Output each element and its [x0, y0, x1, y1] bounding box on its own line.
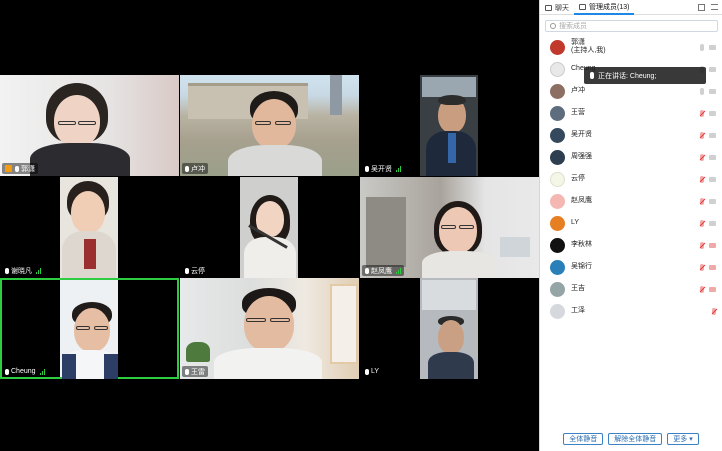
more-button[interactable]: 更多 ▾: [667, 433, 699, 445]
avatar: [550, 193, 565, 209]
panel-footer: 全体静音 解除全体静音 更多 ▾: [540, 433, 722, 445]
camera-icon[interactable]: [709, 221, 716, 226]
video-name-tag: 谢晓凡: [2, 265, 44, 276]
popout-icon[interactable]: [698, 3, 705, 11]
mic-icon[interactable]: [700, 44, 704, 51]
signal-icon: [396, 165, 401, 172]
participant-row[interactable]: 周强强: [540, 146, 722, 168]
avatar: [550, 215, 565, 231]
video-name-tag: 赵凤鹰: [362, 265, 404, 276]
mic-icon: [185, 267, 189, 274]
avatar: [550, 171, 565, 187]
camera-icon[interactable]: [709, 177, 716, 182]
avatar: [550, 83, 565, 99]
participant-row[interactable]: LY: [540, 212, 722, 234]
participant-row[interactable]: 云停: [540, 168, 722, 190]
video-name-tag: 卢冲: [182, 163, 208, 174]
mic-muted-icon[interactable]: [700, 154, 704, 161]
panel-tools: [698, 0, 722, 14]
mic-icon: [15, 165, 19, 172]
participant-row[interactable]: 吴开贤: [540, 124, 722, 146]
camera-off-icon[interactable]: [709, 243, 716, 248]
mic-icon[interactable]: [700, 88, 704, 95]
camera-icon[interactable]: [709, 67, 716, 72]
video-tile-3[interactable]: 吴开贤: [360, 75, 539, 176]
mic-icon: [365, 165, 369, 172]
avatar: [550, 127, 565, 143]
video-tile-4[interactable]: 谢晓凡: [0, 177, 179, 278]
mic-icon: [185, 368, 189, 375]
mic-muted-icon[interactable]: [700, 286, 704, 293]
mic-muted-icon[interactable]: [700, 198, 704, 205]
camera-icon[interactable]: [709, 199, 716, 204]
avatar: [550, 237, 565, 253]
camera-icon[interactable]: [709, 133, 716, 138]
mic-icon: [365, 267, 369, 274]
participant-row[interactable]: 赵凤鹰: [540, 190, 722, 212]
members-icon: [579, 3, 586, 10]
panel-tabs: 聊天 管理成员(13): [540, 0, 722, 15]
mic-muted-icon[interactable]: [700, 132, 704, 139]
video-tile-6[interactable]: 赵凤鹰: [360, 177, 539, 278]
signal-icon: [36, 267, 41, 274]
participant-row[interactable]: 郭潇 (主持人,我): [540, 36, 722, 58]
mic-muted-icon[interactable]: [700, 242, 704, 249]
mic-muted-icon[interactable]: [700, 176, 704, 183]
chat-icon: [545, 4, 552, 11]
mic-muted-icon[interactable]: [712, 308, 716, 315]
video-name-tag: 郭潇: [2, 163, 38, 174]
mic-muted-icon[interactable]: [700, 264, 704, 271]
camera-icon[interactable]: [709, 45, 716, 50]
video-name-tag: 吴开贤: [362, 163, 404, 174]
video-tile-5[interactable]: 云停: [180, 177, 359, 278]
avatar: [550, 149, 565, 165]
tab-members[interactable]: 管理成员(13): [574, 0, 635, 15]
signal-icon: [39, 368, 45, 375]
camera-icon[interactable]: [709, 89, 716, 94]
mic-icon: [365, 368, 369, 375]
mute-all-button[interactable]: 全体静音: [563, 433, 604, 445]
mic-icon: [185, 165, 189, 172]
video-name-tag: LY: [362, 366, 383, 377]
participant-row[interactable]: 王吉: [540, 278, 722, 300]
video-name-tag: Cheung: [2, 366, 48, 377]
host-icon: [5, 165, 12, 172]
mic-icon: [5, 267, 9, 274]
avatar: [550, 281, 565, 297]
video-name-tag: 云停: [182, 265, 208, 276]
video-name-tag: 王雷: [182, 366, 208, 377]
unmute-all-button[interactable]: 解除全体静音: [608, 433, 663, 445]
mic-icon: [5, 368, 9, 375]
speaking-toast: 正在讲话: Cheung;: [584, 67, 706, 84]
search-icon: [550, 23, 556, 29]
avatar: [550, 105, 565, 121]
avatar: [550, 259, 565, 275]
video-gallery: 郭潇 卢冲 吴开贤 谢晓凡 云停 赵凤鹰 Cheung 王雷 LY: [0, 0, 539, 451]
video-tile-8[interactable]: 王雷: [180, 278, 359, 379]
avatar: [550, 39, 565, 55]
avatar: [550, 61, 565, 77]
mic-muted-icon[interactable]: [700, 110, 704, 117]
participant-row[interactable]: 工泽: [540, 300, 722, 322]
camera-off-icon[interactable]: [709, 265, 716, 270]
video-tile-2[interactable]: 卢冲: [180, 75, 359, 176]
avatar: [550, 303, 565, 319]
participant-row[interactable]: 李秋林: [540, 234, 722, 256]
camera-icon[interactable]: [709, 111, 716, 116]
tab-chat[interactable]: 聊天: [540, 0, 574, 15]
video-tile-7-active-speaker[interactable]: Cheung: [0, 278, 179, 379]
video-tile-1[interactable]: 郭潇: [0, 75, 179, 176]
participant-row[interactable]: 王营: [540, 102, 722, 124]
member-search-input[interactable]: 搜索成员: [545, 20, 718, 32]
mic-muted-icon[interactable]: [700, 220, 704, 227]
camera-icon[interactable]: [709, 155, 716, 160]
signal-icon: [396, 267, 401, 274]
participant-row[interactable]: 吴锦行: [540, 256, 722, 278]
collapse-icon[interactable]: [711, 4, 718, 10]
camera-off-icon[interactable]: [709, 287, 716, 292]
video-tile-9[interactable]: LY: [360, 278, 539, 379]
mic-icon: [590, 72, 594, 79]
